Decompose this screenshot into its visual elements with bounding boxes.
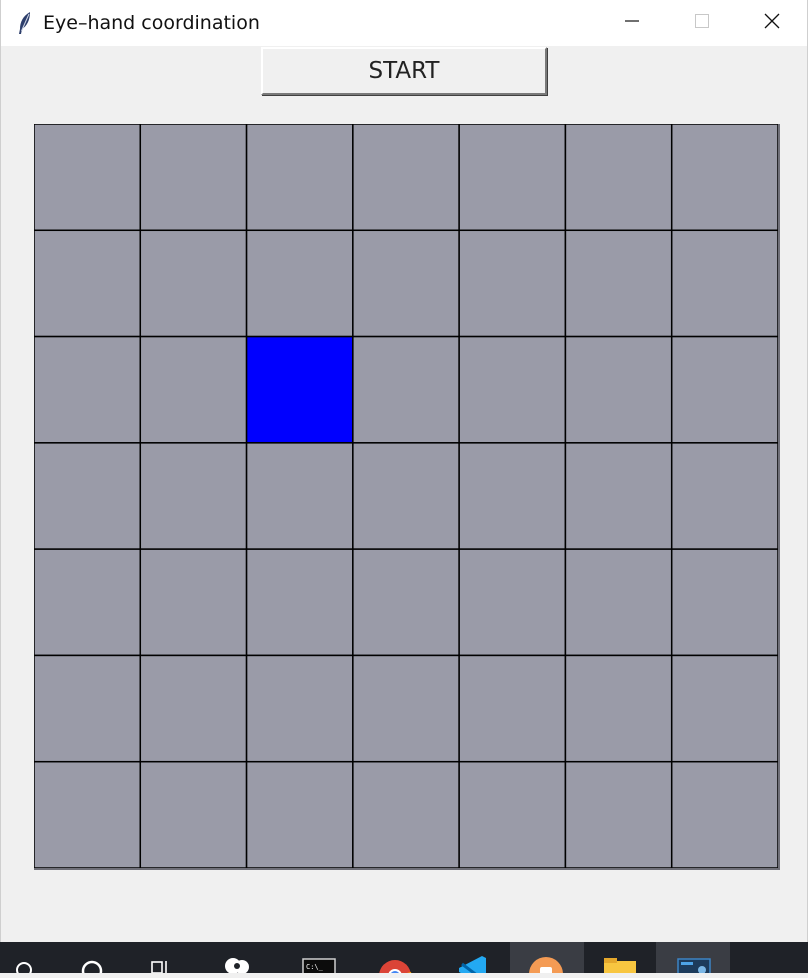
grid-cell[interactable] xyxy=(352,548,460,657)
taskbar-item-chrome[interactable] xyxy=(356,942,430,978)
title-bar[interactable]: Eye–hand coordination xyxy=(1,0,807,46)
grid-cell[interactable] xyxy=(458,442,567,550)
svg-text:C:\_: C:\_ xyxy=(306,963,324,971)
grid-cell[interactable] xyxy=(34,229,142,338)
grid-cell[interactable] xyxy=(352,654,460,763)
grid-cell[interactable] xyxy=(564,760,673,868)
grid-cell[interactable] xyxy=(458,654,567,763)
grid-cell[interactable] xyxy=(564,442,673,550)
grid-cell[interactable] xyxy=(564,124,673,232)
grid-cell[interactable] xyxy=(34,654,142,763)
grid-cell[interactable] xyxy=(458,124,567,232)
task-view-icon xyxy=(151,961,167,974)
start-button[interactable]: START xyxy=(261,47,547,95)
grid-cell[interactable] xyxy=(352,442,460,550)
grid-cell[interactable] xyxy=(670,335,778,444)
grid-cell[interactable] xyxy=(670,124,778,232)
grid-cell[interactable] xyxy=(245,442,354,550)
grid-cell[interactable] xyxy=(34,548,142,657)
search-icon xyxy=(81,960,103,978)
file-explorer-icon xyxy=(604,958,636,975)
grid-cell[interactable] xyxy=(245,760,354,868)
store-icon xyxy=(529,957,563,978)
grid-cell[interactable] xyxy=(352,335,460,444)
grid-cell[interactable] xyxy=(34,442,142,550)
grid-cell[interactable] xyxy=(139,124,248,232)
maximize-icon xyxy=(694,13,710,34)
taskbar-item-vscode[interactable] xyxy=(434,942,508,978)
app-window: Eye–hand coordination START xyxy=(0,0,808,942)
grid-cell[interactable] xyxy=(34,124,142,232)
taskbar-item-chat[interactable] xyxy=(200,942,274,974)
taskbar-item-file-explorer[interactable] xyxy=(582,942,656,975)
taskbar-item-task-view[interactable] xyxy=(128,942,202,974)
grid-cell[interactable] xyxy=(139,760,248,868)
window-title: Eye–hand coordination xyxy=(43,12,260,34)
taskbar: C:\_ xyxy=(0,942,808,978)
game-board[interactable] xyxy=(34,124,780,870)
close-button[interactable] xyxy=(737,0,807,46)
terminal-icon: C:\_ xyxy=(302,958,336,976)
grid-cell[interactable] xyxy=(245,548,354,657)
chat-icon xyxy=(225,958,249,974)
feather-icon xyxy=(16,11,34,35)
grid-cell[interactable] xyxy=(564,335,673,444)
grid-cell[interactable] xyxy=(670,548,778,657)
grid-cell[interactable] xyxy=(670,654,778,763)
window-controls xyxy=(597,0,807,46)
grid-cell[interactable] xyxy=(245,124,354,232)
grid-cell[interactable] xyxy=(564,229,673,338)
grid-cell[interactable] xyxy=(670,760,778,868)
grid-cell[interactable] xyxy=(564,548,673,657)
target-cell[interactable] xyxy=(245,335,354,444)
grid-cell[interactable] xyxy=(352,760,460,868)
grid-cell[interactable] xyxy=(34,335,142,444)
close-icon xyxy=(763,12,781,35)
grid-cell[interactable] xyxy=(458,548,567,657)
grid-cell[interactable] xyxy=(34,760,142,868)
grid-cell[interactable] xyxy=(139,654,248,763)
minimize-icon xyxy=(624,13,640,34)
minimize-button[interactable] xyxy=(597,0,667,46)
taskbar-item-search[interactable] xyxy=(55,942,129,978)
taskbar-item-store[interactable] xyxy=(510,942,584,978)
grid-cell[interactable] xyxy=(352,124,460,232)
taskbar-item-terminal[interactable]: C:\_ xyxy=(278,942,352,976)
vscode-icon xyxy=(459,956,486,978)
maximize-button[interactable] xyxy=(667,0,737,46)
grid-cell[interactable] xyxy=(352,229,460,338)
board-grid xyxy=(34,124,778,868)
grid-cell[interactable] xyxy=(670,229,778,338)
grid-cell[interactable] xyxy=(245,654,354,763)
grid-cell[interactable] xyxy=(139,442,248,550)
grid-cell[interactable] xyxy=(139,548,248,657)
grid-cell[interactable] xyxy=(139,229,248,338)
grid-cell[interactable] xyxy=(564,654,673,763)
taskbar-item-python-editor[interactable] xyxy=(656,942,730,976)
grid-cell[interactable] xyxy=(458,760,567,868)
chrome-icon xyxy=(379,960,412,978)
grid-cell[interactable] xyxy=(670,442,778,550)
grid-cell[interactable] xyxy=(139,335,248,444)
grid-cell[interactable] xyxy=(458,335,567,444)
python-editor-icon xyxy=(677,958,711,976)
grid-cell[interactable] xyxy=(245,229,354,338)
grid-cell[interactable] xyxy=(458,229,567,338)
